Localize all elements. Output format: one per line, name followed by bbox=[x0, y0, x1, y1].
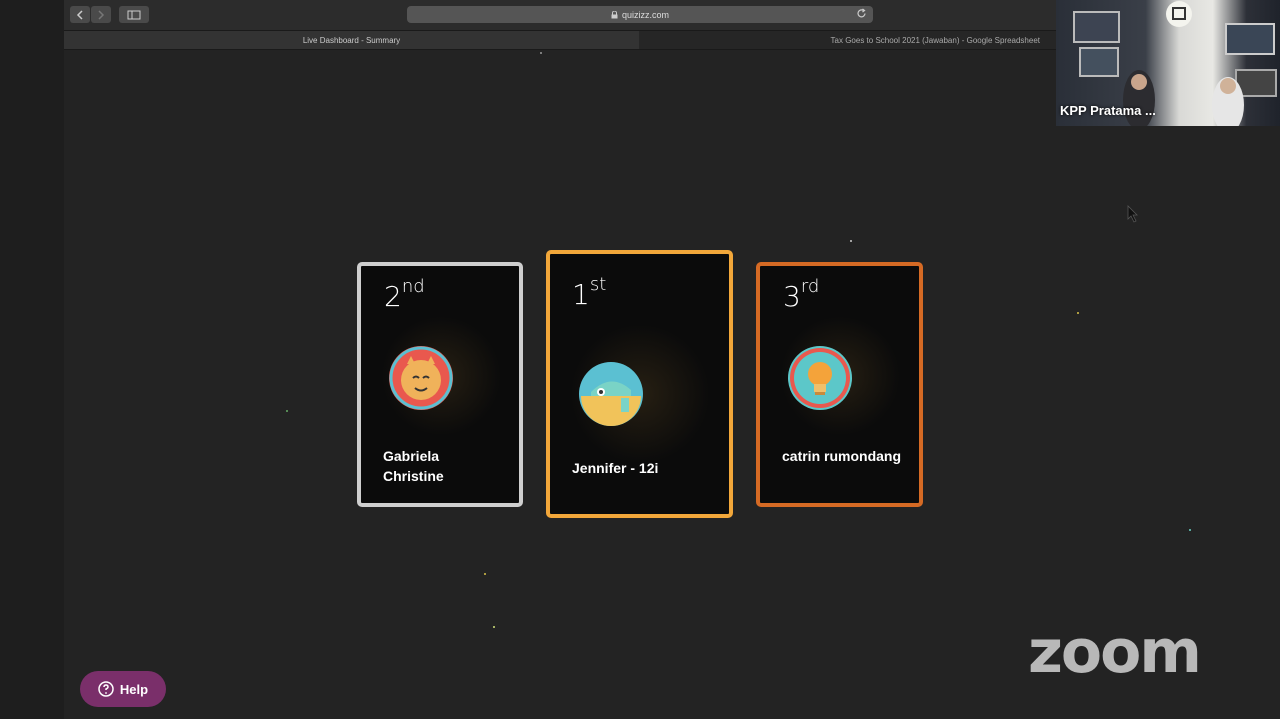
left-margin bbox=[0, 0, 64, 719]
address-bar[interactable]: quizizz.com bbox=[407, 6, 873, 23]
question-circle-icon bbox=[98, 681, 114, 697]
confetti-dot bbox=[484, 573, 486, 575]
podium-card-first: 1st Jennifer - 12i bbox=[546, 250, 733, 518]
tab-label: Tax Goes to School 2021 (Jawaban) - Goog… bbox=[830, 35, 1040, 45]
participant-video: KPP Pratama ... bbox=[1056, 0, 1280, 126]
player-name: Gabriela Christine bbox=[383, 448, 444, 484]
rank-label: 2nd bbox=[384, 276, 425, 313]
back-button[interactable] bbox=[70, 6, 90, 23]
mouse-cursor-icon bbox=[1127, 205, 1138, 223]
chevron-right-icon bbox=[98, 9, 105, 20]
rank-label: 3rd bbox=[783, 276, 820, 313]
rank-label: 1st bbox=[572, 274, 607, 311]
podium-card-second: 2nd Gabriela Christine bbox=[357, 262, 523, 507]
player-name: catrin rumondang bbox=[782, 448, 902, 464]
player-name: Jennifer - 12i bbox=[572, 460, 659, 476]
sidebar-toggle-button[interactable] bbox=[119, 6, 149, 23]
tab-live-dashboard[interactable]: Live Dashboard - Summary bbox=[64, 31, 639, 49]
confetti-dot bbox=[286, 410, 288, 412]
tab-bar: Live Dashboard - Summary Tax Goes to Sch… bbox=[64, 31, 1056, 50]
confetti-dot bbox=[540, 52, 542, 54]
browser-toolbar: quizizz.com bbox=[64, 0, 1056, 31]
forward-button[interactable] bbox=[91, 6, 111, 23]
sidebar-icon bbox=[127, 10, 141, 19]
confetti-dot bbox=[1077, 312, 1079, 314]
lock-icon bbox=[611, 10, 618, 18]
monster-face-icon bbox=[389, 346, 453, 410]
zoom-logo: zoom bbox=[1028, 617, 1202, 687]
nav-buttons bbox=[70, 6, 111, 23]
tab-spreadsheet[interactable]: Tax Goes to School 2021 (Jawaban) - Goog… bbox=[640, 31, 1056, 49]
tab-label: Live Dashboard - Summary bbox=[302, 35, 401, 45]
reload-icon[interactable] bbox=[856, 8, 867, 19]
podium-card-third: 3rd catrin rumondang bbox=[756, 262, 923, 507]
chameleon-icon bbox=[579, 362, 643, 426]
help-label: Help bbox=[119, 681, 149, 697]
confetti-dot bbox=[1189, 529, 1191, 531]
confetti-dot bbox=[493, 626, 495, 628]
chevron-left-icon bbox=[76, 9, 83, 20]
help-button[interactable]: Help bbox=[80, 671, 166, 707]
url-text: quizizz.com bbox=[621, 9, 669, 20]
confetti-dot bbox=[850, 240, 852, 242]
lightbulb-icon bbox=[788, 346, 852, 410]
participant-name: KPP Pratama ... bbox=[1060, 103, 1156, 118]
